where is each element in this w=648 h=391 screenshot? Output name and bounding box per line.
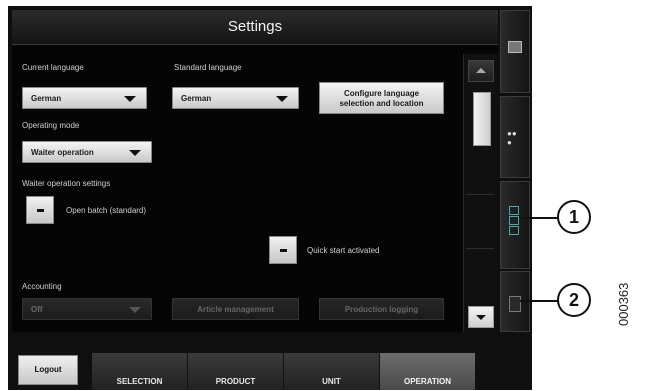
accounting-dropdown[interactable]: Off	[22, 298, 152, 320]
settings-screen: Settings Current language German Standar…	[12, 10, 498, 332]
side-tab-settings[interactable]	[500, 181, 530, 269]
chevron-up-icon	[476, 68, 486, 73]
quick-start-toggle[interactable]	[269, 236, 297, 264]
scroll-down-button[interactable]	[468, 306, 494, 328]
chevron-down-icon	[129, 150, 141, 156]
current-language-value: German	[31, 94, 62, 103]
chevron-down-icon	[476, 315, 486, 320]
standard-language-label: Standard language	[174, 63, 242, 72]
callout-2: 2	[557, 283, 591, 317]
waiter-settings-label: Waiter operation settings	[22, 179, 111, 188]
tab-unit[interactable]: UNIT	[284, 353, 380, 390]
article-management-button[interactable]: Article management	[172, 298, 299, 320]
standard-language-value: German	[181, 94, 212, 103]
configure-language-label-line1: Configure language	[343, 89, 420, 98]
minus-icon	[37, 209, 44, 212]
configure-language-button[interactable]: Configure language selection and locatio…	[319, 82, 444, 114]
accounting-label: Accounting	[22, 282, 62, 291]
checklist-icon	[509, 226, 519, 235]
current-language-dropdown[interactable]: German	[22, 87, 147, 109]
scrollbar[interactable]	[463, 54, 498, 332]
standard-language-dropdown[interactable]: German	[172, 87, 299, 109]
monitor-icon	[508, 41, 522, 53]
logout-button[interactable]: Logout	[18, 355, 78, 385]
tab-product[interactable]: PRODUCT	[188, 353, 284, 390]
operating-mode-dropdown[interactable]: Waiter operation	[22, 141, 152, 163]
quick-start-label: Quick start activated	[307, 246, 380, 255]
tab-operation[interactable]: OPERATION	[380, 353, 476, 390]
chevron-down-icon	[124, 96, 136, 102]
open-batch-toggle[interactable]	[26, 196, 54, 224]
checklist-icon	[509, 216, 519, 225]
page-title: Settings	[227, 18, 283, 35]
counter-icon: ●● ●	[507, 129, 517, 147]
scroll-divider	[466, 248, 494, 249]
scroll-divider	[466, 194, 494, 195]
tab-selection[interactable]: SELECTION	[92, 353, 188, 390]
operating-mode-label: Operating mode	[22, 121, 80, 130]
production-logging-button[interactable]: Production logging	[319, 298, 444, 320]
scroll-thumb[interactable]	[473, 92, 491, 146]
chevron-down-icon	[129, 307, 141, 313]
accounting-value: Off	[31, 305, 43, 314]
document-icon	[509, 296, 521, 312]
checklist-icon	[509, 206, 519, 215]
side-tab-display[interactable]	[500, 10, 530, 93]
bottom-nav: Logout SELECTION PRODUCT UNIT OPERATION	[12, 343, 498, 390]
scroll-up-button[interactable]	[468, 60, 494, 82]
callout-1: 1	[557, 200, 591, 234]
operating-mode-value: Waiter operation	[31, 148, 94, 157]
callout-1-leader	[520, 217, 558, 219]
minus-icon	[280, 249, 287, 252]
current-language-label: Current language	[22, 63, 84, 72]
side-tab-counter[interactable]: ●● ●	[500, 96, 530, 178]
open-batch-label: Open batch (standard)	[66, 206, 147, 215]
chevron-down-icon	[276, 96, 288, 102]
configure-language-label-line2: selection and location	[339, 99, 424, 108]
title-bar: Settings	[12, 10, 498, 45]
figure-code: 000363	[616, 282, 631, 326]
callout-2-leader	[520, 300, 558, 302]
